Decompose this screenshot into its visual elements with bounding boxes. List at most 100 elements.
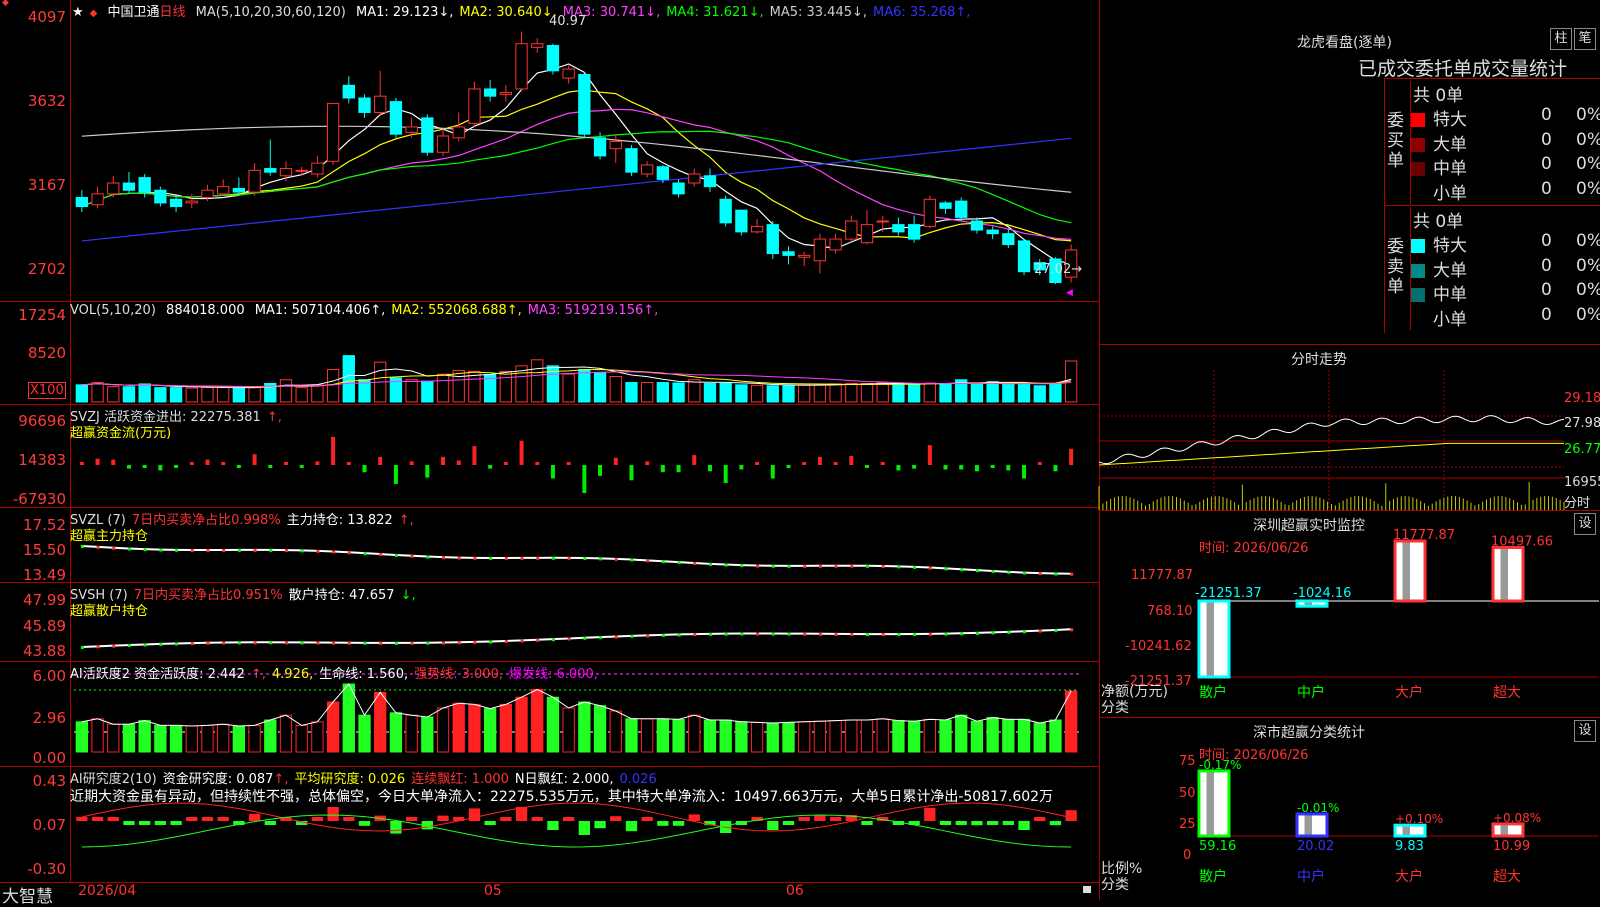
tick-view-button[interactable]: 笔 (1574, 28, 1596, 50)
activity-bar (342, 683, 355, 753)
volume-pane[interactable]: 17254 8520 X100 VOL(5,10,20) 884018.000 … (0, 302, 1099, 405)
main-holding-line[interactable] (74, 538, 1079, 578)
intraday-chart[interactable] (1098, 370, 1565, 510)
flow-bar (221, 462, 226, 465)
activity-bar (656, 718, 670, 753)
row-label: 中单 (1433, 159, 1467, 179)
sz-classify-title: 深市超赢分类统计 (1253, 725, 1365, 741)
settings-button[interactable]: 设 (1574, 513, 1596, 535)
net-value-label: 10497.66 (1491, 535, 1553, 550)
flow-bar (566, 462, 571, 465)
change-label: +0.08% (1493, 811, 1541, 825)
research-bars[interactable] (74, 797, 1079, 877)
research-bar (327, 807, 339, 821)
flow-bar (409, 461, 414, 465)
svzj-pane[interactable]: 96696 14383 -67930 SVZJ 活跃资金进出: 22275.38… (0, 405, 1099, 508)
research-bar (217, 817, 229, 821)
color-swatch (1411, 137, 1425, 152)
stock-name[interactable]: 中国卫通 (108, 5, 160, 20)
holding-dot (316, 549, 320, 553)
intraday-panel[interactable]: 分时走势 29.18 27.98 26.77 16955 分时 (1098, 345, 1600, 511)
sz-classify-xlabel: 分类 (1101, 877, 1129, 893)
sz-classify-panel[interactable]: 深市超赢分类统计 设 时间: 2026/06/26 75 50 25 0 比例%… (1099, 718, 1600, 900)
flow-bar (236, 465, 241, 468)
holding-dot (1070, 628, 1074, 632)
axis-tick-label: 4097 (27, 8, 66, 26)
candle-body (452, 126, 465, 139)
ai-active-pane[interactable]: 6.00 2.96 0.00 AI活跃度2 资金活跃度: 2.442 ↑, 4.92… (0, 662, 1099, 767)
activity-bar (546, 696, 560, 753)
candlestick-plot[interactable] (74, 22, 1079, 297)
research-bar (1018, 821, 1030, 830)
fund-flow-bars[interactable] (74, 435, 1079, 505)
flow-bar (770, 465, 775, 479)
holding-dot (1038, 572, 1042, 576)
flow-bar (849, 456, 854, 465)
row-pct: 0% (1576, 231, 1600, 251)
row-label: 大单 (1433, 134, 1467, 155)
net-amount-bars[interactable]: -21251.37 -1024.16 11777.87 10497.66 (1195, 528, 1599, 691)
dragon-tiger-panel[interactable]: 龙虎看盘(逐单) 柱 笔 已成交委托单成交量统计 委买单 共 0单 特大00%大… (1099, 0, 1600, 345)
price-pane[interactable]: 4097 3632 3167 2702 ★ ◆ 中国卫通日线 MA(5,10,20… (0, 0, 1099, 302)
research-bar (311, 817, 324, 821)
research-bar (625, 821, 638, 832)
volume-bar (295, 387, 308, 403)
volume-bar (1033, 385, 1046, 403)
activity-bar (311, 721, 324, 753)
holding-dot (693, 633, 697, 637)
bar-view-button[interactable]: 柱 (1550, 28, 1572, 50)
lock-icon[interactable] (1083, 886, 1091, 893)
activity-bar (374, 691, 387, 753)
left-chart-area[interactable]: 4097 3632 3167 2702 ★ ◆ 中国卫通日线 MA(5,10,20… (0, 0, 1100, 907)
volume-bar (185, 387, 198, 403)
star-icon[interactable]: ★ (72, 5, 84, 20)
volume-bar (688, 379, 701, 403)
net-value-label: -1024.16 (1293, 586, 1351, 601)
holding-dot (661, 560, 665, 564)
sell-side-label: 委卖单 (1387, 237, 1404, 297)
settings-button[interactable]: 设 (1574, 720, 1596, 742)
flow-bar (1053, 465, 1058, 472)
flow-bar (629, 465, 634, 481)
volume-bars[interactable] (74, 322, 1079, 403)
research-bar (484, 821, 496, 825)
volume-header: VOL(5,10,20) 884018.000 MA1: 507104.406↑… (70, 303, 670, 318)
research-bar (123, 821, 135, 825)
sz-monitor-panel[interactable]: 深圳超赢实时监控 设 时间: 2026/06/26 11777.87 768.1… (1099, 511, 1600, 718)
ratio-bars[interactable]: -0.17% 59.16 -0.01% 20.02 +0.10% 9.83 +0.08% 10… (1197, 748, 1599, 868)
svsh-pane[interactable]: 47.99 45.89 43.88 SVSH (7) 7日内买卖净占比0.951%… (0, 583, 1099, 662)
candle-body (91, 193, 104, 206)
row-pct: 0% (1576, 304, 1600, 325)
volume-bar (326, 369, 340, 403)
holding-dot (222, 641, 226, 645)
net-value-label: 11777.87 (1393, 528, 1455, 543)
activity-bar (122, 723, 136, 753)
axis-tick-label: 768.10 (1147, 604, 1193, 619)
ai-research-pane[interactable]: 0.43 0.07 -0.30 AI研究度2(10) 资金研究度: 0.087↑,… (0, 767, 1099, 882)
row-label: 小单 (1433, 183, 1467, 204)
flow-bar (880, 462, 885, 465)
volume-bar (201, 387, 214, 403)
activity-bar (1064, 690, 1078, 753)
volume-bar (829, 383, 842, 403)
flow-bar (660, 465, 665, 473)
flow-bar (755, 462, 760, 465)
flow-bar (865, 465, 870, 468)
candle-body (829, 238, 842, 251)
period-label[interactable]: 日线 (160, 5, 186, 20)
flow-bar (393, 465, 398, 484)
retail-holding-line[interactable] (74, 613, 1079, 657)
intraday-price-label: 27.98 (1564, 416, 1600, 431)
activity-bars[interactable] (74, 673, 1079, 764)
candle-body (169, 198, 183, 208)
brand-label[interactable]: 大智慧 (2, 882, 53, 907)
axis-tick-label: -67930 (12, 490, 66, 508)
ratio-bar-shade (1402, 825, 1410, 836)
activity-bar (641, 718, 654, 753)
candle-body (75, 196, 89, 208)
research-bar (782, 821, 795, 825)
holding-dot (975, 569, 979, 573)
flow-bar (598, 465, 603, 476)
holding-dot (803, 564, 807, 568)
svzl-pane[interactable]: 17.52 15.50 13.49 SVZL (7) 7日内买卖净占比0.998%… (0, 508, 1099, 584)
